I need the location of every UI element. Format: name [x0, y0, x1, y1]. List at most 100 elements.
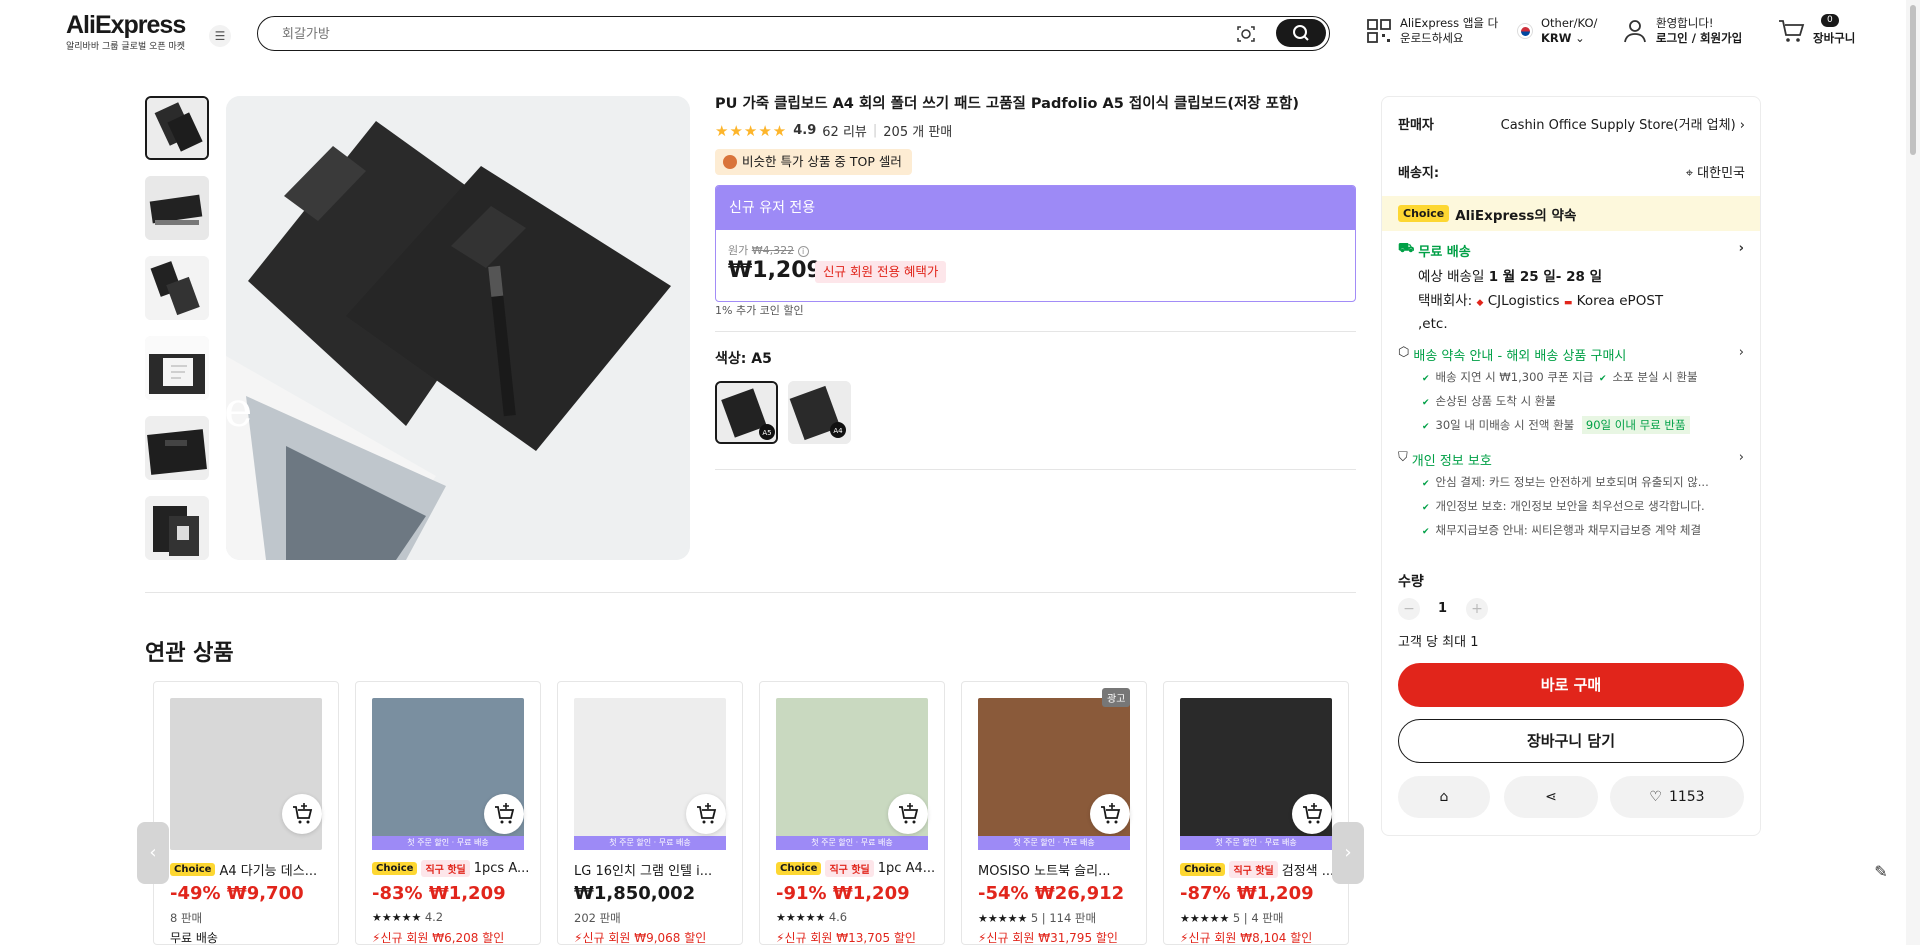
privacy-row[interactable]: ⛉ 개인 정보 보호 › [1398, 450, 1744, 469]
choice-promise-bar: Choice AliExpress의 약속 [1382, 196, 1760, 231]
share-button[interactable]: ⋖ [1504, 776, 1598, 818]
user-icon [1624, 20, 1646, 43]
gallery-thumbnail[interactable] [145, 416, 209, 480]
related-product-card[interactable]: Choice A4 다기능 데스... -49% ₩9,700 8 판매 무료 배송 [153, 681, 339, 945]
add-to-cart-button[interactable]: 장바구니 담기 [1398, 719, 1744, 763]
free-shipping-bar: 첫 주문 할인 · 무료 배송 [574, 836, 726, 850]
related-product-price: ₩1,850,002 [574, 883, 695, 904]
delivery-promise-row[interactable]: ⬡ 배송 약속 안내 - 해외 배송 상품 구매시 › [1398, 345, 1744, 364]
buy-now-button[interactable]: 바로 구매 [1398, 663, 1744, 707]
gallery-thumbnail[interactable] [145, 336, 209, 400]
quantity-increase-button[interactable]: + [1466, 598, 1488, 620]
add-to-cart-icon[interactable] [484, 794, 524, 834]
brand-name: AliExpress [66, 11, 186, 39]
delivery-estimate: 예상 배송일 1 월 25 일- 28 일 [1418, 265, 1602, 285]
seller-link[interactable]: Cashin Office Supply Store(거래 업체) › [1495, 114, 1745, 133]
free-shipping-bar: 첫 주문 할인 · 무료 배송 [978, 836, 1130, 850]
ship-to-selector[interactable]: ⌖ 대한민국 [1622, 162, 1745, 181]
related-product-price: -91% ₩1,209 [776, 883, 910, 904]
related-product-name[interactable]: Choice 직구 핫딜 1pcs A... [372, 860, 530, 877]
privacy-title: 개인 정보 보호 [1411, 454, 1492, 469]
related-product-name[interactable]: Choice 직구 핫딜 1pc A4... [776, 860, 934, 877]
scrollbar-thumb[interactable] [1910, 5, 1916, 155]
free-return-badge: 90일 이내 무료 반품 [1581, 416, 1690, 434]
choice-tag: Choice [170, 863, 216, 876]
app-download[interactable]: AliExpress 앱을 다 운로드하세요 [1366, 16, 1498, 46]
store-button[interactable]: ⌂ [1398, 776, 1490, 818]
top-seller-text: 비슷한 특가 상품 중 TOP 셀러 [742, 154, 902, 169]
promise-item-text: 30일 내 미배송 시 전액 환불 [1435, 418, 1575, 432]
related-product-name[interactable]: MOSISO 노트북 슬리... [978, 860, 1136, 879]
add-to-cart-icon[interactable] [888, 794, 928, 834]
carousel-prev-button[interactable]: ‹ [137, 822, 169, 884]
rating-stars-icon: ★★★★★ [978, 912, 1031, 925]
ship-to-country: 대한민국 [1697, 166, 1745, 181]
rating-stars-icon: ★★★★★ [1180, 912, 1233, 925]
free-shipping-bar: 첫 주문 할인 · 무료 배송 [1180, 836, 1332, 850]
account-menu[interactable]: 환영합니다! 로그인 / 회원가입 [1622, 16, 1742, 46]
search-button[interactable] [1276, 19, 1326, 47]
quantity-label: 수량 [1398, 574, 1424, 590]
rating-row[interactable]: ★★★★★ 4.9 62 리뷰 | 205 개 판매 [715, 121, 952, 141]
share-icon: ⋖ [1545, 789, 1557, 805]
aliexpress-logo[interactable]: AliExpress 알리바바 그룹 글로벌 오픈 마켓 [66, 12, 191, 52]
login-signup-link[interactable]: 로그인 / 회원가입 [1656, 31, 1742, 45]
add-to-cart-icon[interactable] [282, 794, 322, 834]
related-product-title: 검정색 ... [1281, 864, 1335, 879]
related-product-meta: ★★★★★ 4.2 [372, 910, 443, 924]
related-product-card[interactable]: 첫 주문 할인 · 무료 배송 Choice 직구 핫딜 1pc A4... -91% … [759, 681, 945, 945]
info-icon[interactable]: i [797, 246, 809, 257]
color-swatch-a5[interactable]: A5 [715, 381, 778, 444]
wishlist-button[interactable]: ♡ 1153 [1610, 776, 1744, 818]
quantity-value[interactable]: 1 [1438, 601, 1447, 616]
edit-icon[interactable]: ✎ [1867, 858, 1895, 886]
menu-icon[interactable]: ☰ [209, 25, 231, 47]
locale-selector[interactable]: Other/KO/KRW ⌄ [1517, 16, 1597, 46]
add-to-cart-icon[interactable] [1090, 794, 1130, 834]
gallery-thumbnail[interactable] [145, 96, 209, 160]
free-shipping-row[interactable]: ⛟ 무료 배송 › [1398, 241, 1744, 260]
promo-value: 신규 회원 ₩13,705 할인 [784, 931, 916, 945]
hot-deal-tag: 직구 핫딜 [1229, 861, 1278, 878]
carousel-next-button[interactable]: › [1332, 822, 1364, 884]
promise-item: 배송 지연 시 ₩1,300 쿠폰 지급 [1422, 369, 1594, 385]
main-product-image[interactable]: e [226, 96, 690, 560]
discount-percent: -87% [1180, 883, 1231, 904]
price-value: ₩1,209 [428, 883, 506, 904]
gallery-thumbnail[interactable] [145, 496, 209, 560]
chevron-right-icon: › [1738, 450, 1744, 465]
image-search-icon[interactable] [1235, 23, 1257, 45]
gallery-thumbnail[interactable] [145, 256, 209, 320]
related-product-meta: 8 판매 [170, 910, 202, 926]
quantity-decrease-button[interactable]: − [1398, 598, 1420, 620]
promo-value: 신규 회원 ₩8,104 할인 [1188, 931, 1313, 945]
related-product-name[interactable]: Choice A4 다기능 데스... [170, 860, 328, 879]
seller-name: Cashin Office Supply Store(거래 업체) [1500, 118, 1736, 133]
delivery-promise-title: 배송 약속 안내 - 해외 배송 상품 구매시 [1413, 349, 1627, 364]
color-swatch-a4[interactable]: A4 [788, 381, 851, 444]
gallery-thumbnail[interactable] [145, 176, 209, 240]
related-product-card[interactable]: 첫 주문 할인 · 무료 배송 Choice 직구 핫딜 1pcs A... -83% … [355, 681, 541, 945]
meta-text: 4.2 [424, 910, 444, 924]
new-user-only-header: 신규 유저 전용 [716, 186, 1355, 230]
medal-icon [723, 155, 737, 169]
locale-line1: Other/KO/ [1541, 16, 1598, 30]
review-count[interactable]: 62 리뷰 [822, 121, 867, 140]
related-product-price: -54% ₩26,912 [978, 883, 1124, 904]
related-product-name[interactable]: Choice 직구 핫딜 검정색 ... [1180, 860, 1338, 879]
quantity-limit: 고객 당 최대 1 [1398, 635, 1479, 650]
cj-logo-icon: ◆ [1476, 298, 1484, 308]
carrier-cj: CJLogistics [1487, 293, 1560, 309]
related-product-card[interactable]: 첫 주문 할인 · 무료 배송 LG 16인치 그램 인텔 i... ₩1,850,… [557, 681, 743, 945]
related-product-name[interactable]: LG 16인치 그램 인텔 i... [574, 860, 732, 879]
ad-badge: 광고 [1102, 688, 1131, 707]
related-product-card[interactable]: 첫 주문 할인 · 무료 배송 광고 MOSISO 노트북 슬리... -54% ₩2… [961, 681, 1147, 945]
add-to-cart-icon[interactable] [1292, 794, 1332, 834]
add-to-cart-icon[interactable] [686, 794, 726, 834]
meta-text: 5 | 114 판매 [1030, 911, 1097, 925]
free-shipping-text: 무료 배송 [1418, 245, 1471, 260]
cart-link[interactable]: 0 장바구니 [1777, 14, 1855, 46]
shield-check-icon: ⛉ [1398, 450, 1408, 465]
search-input[interactable] [282, 24, 1182, 44]
related-product-card[interactable]: 첫 주문 할인 · 무료 배송 Choice 직구 핫딜 검정색 ... -87% ₩1… [1163, 681, 1349, 945]
